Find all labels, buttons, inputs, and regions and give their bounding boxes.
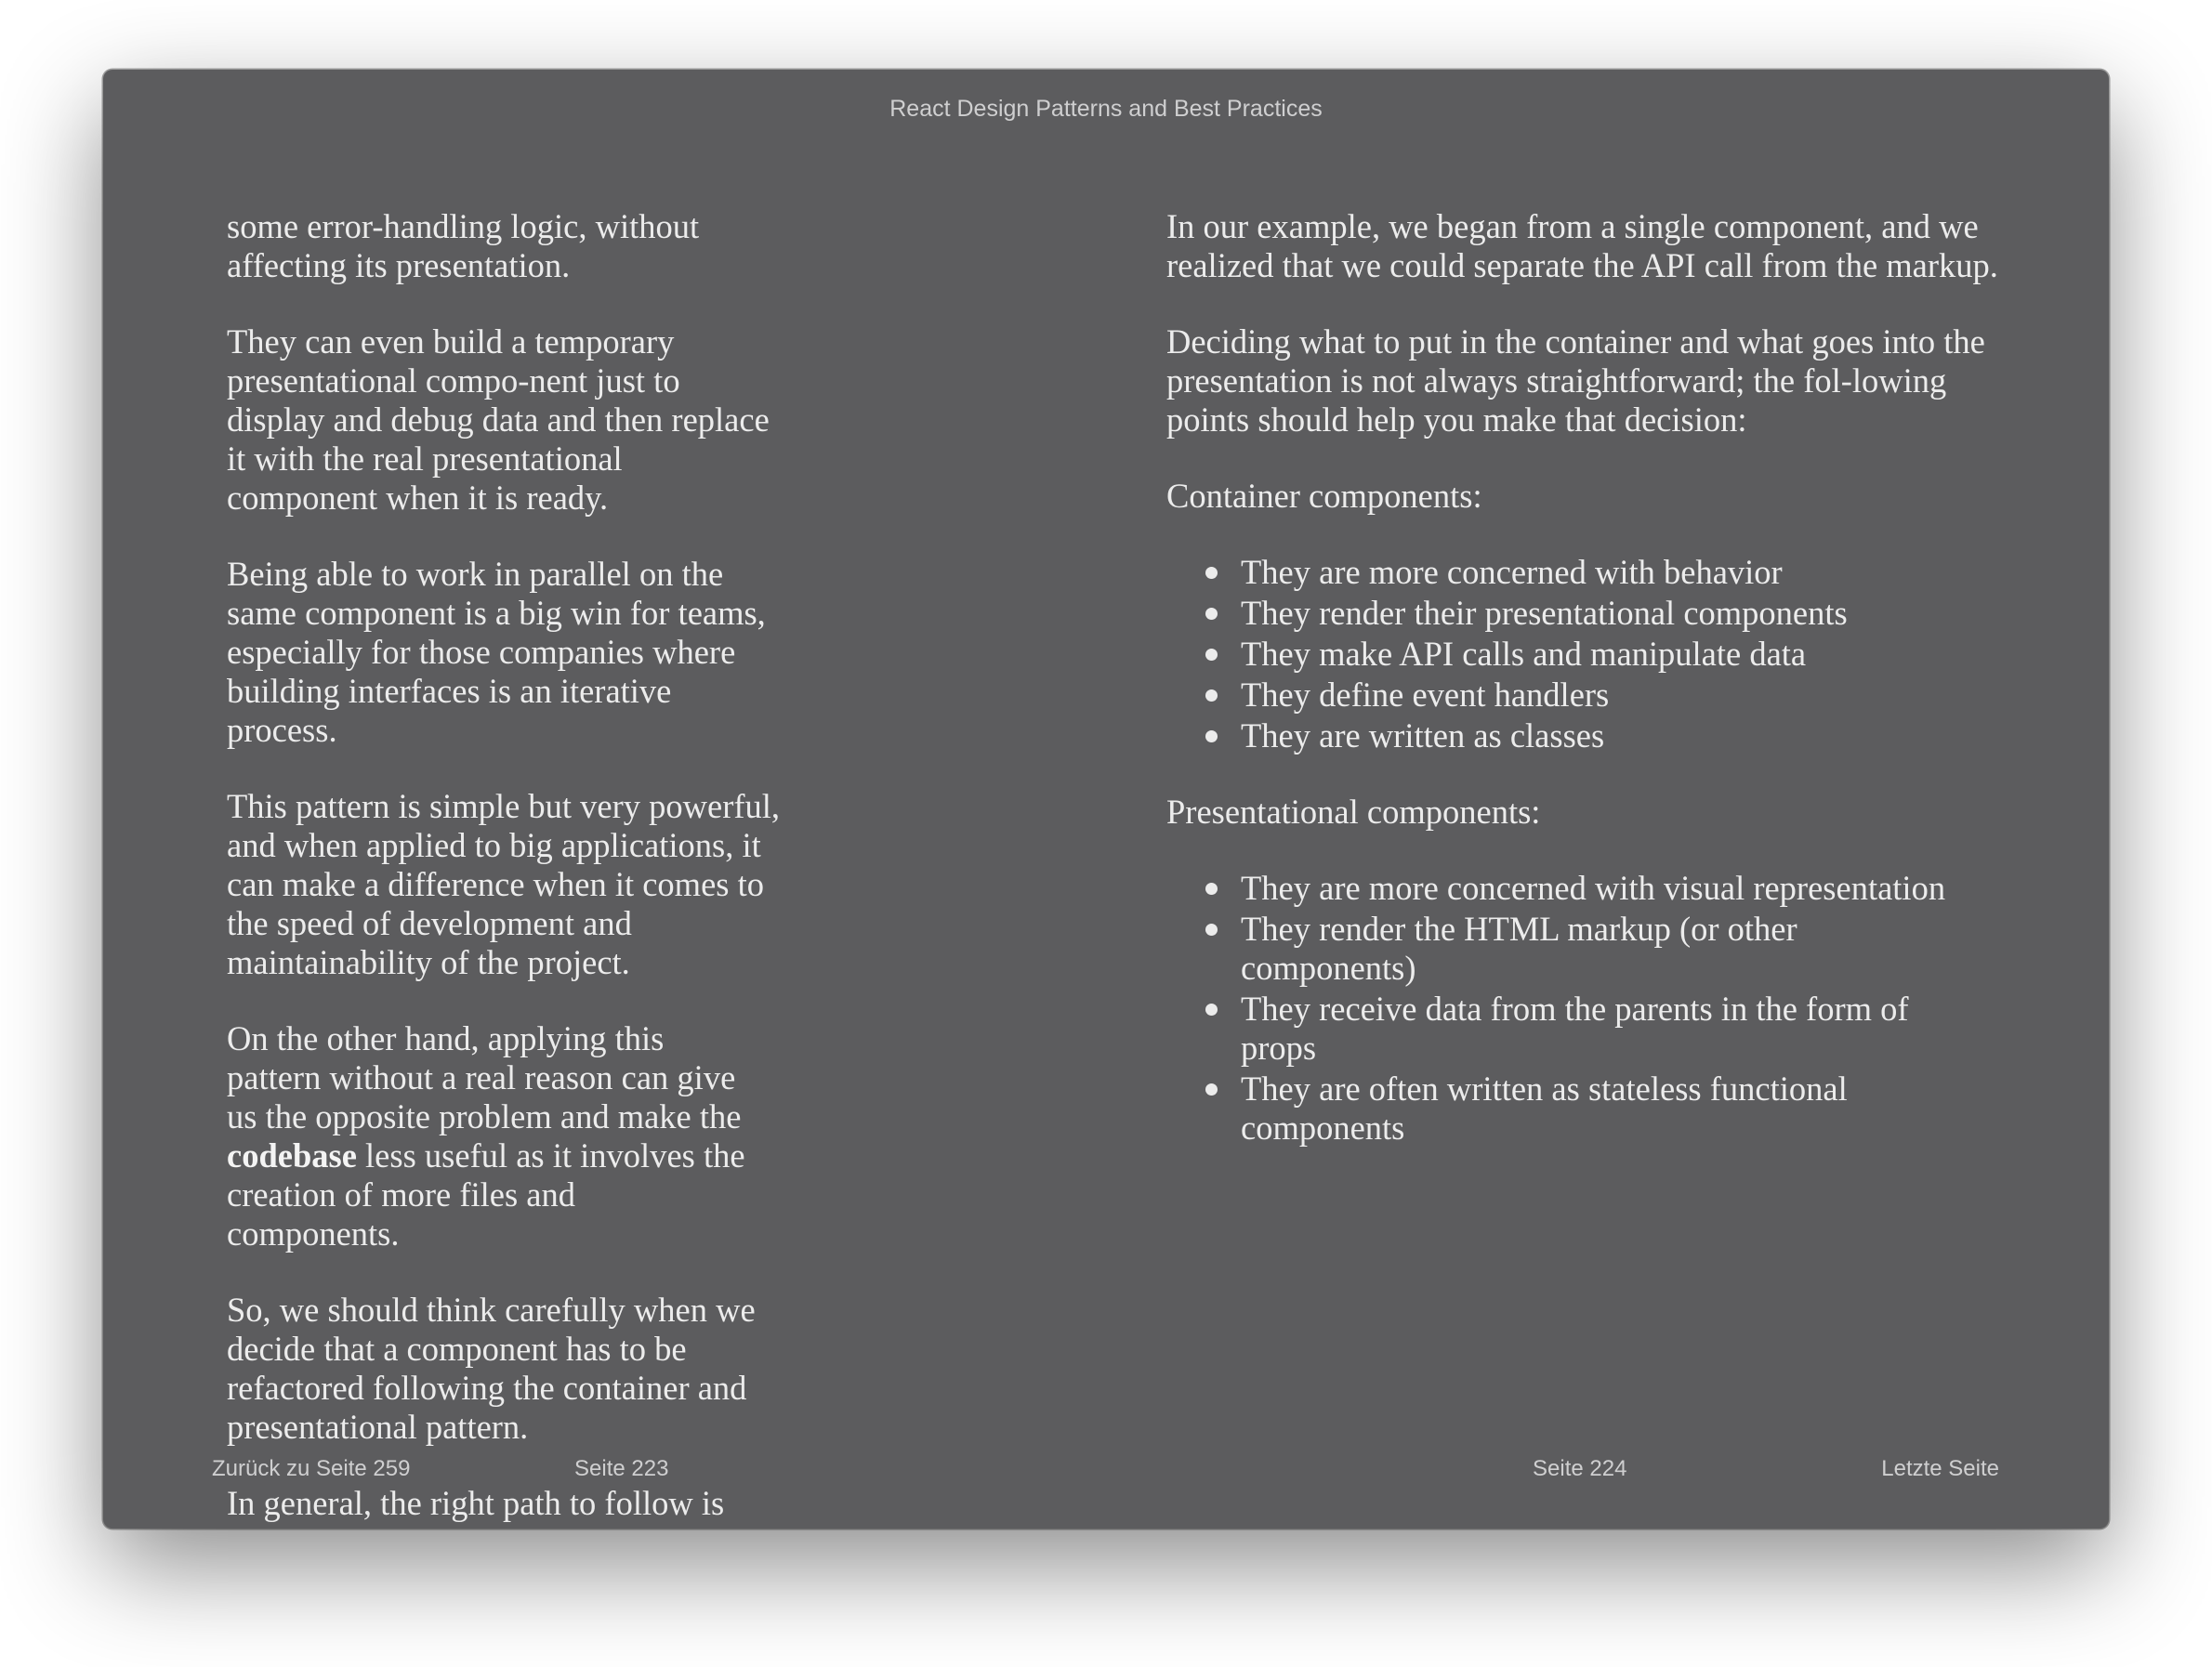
list-item-text: They are more concerned with behavior bbox=[1241, 553, 1783, 591]
bullet-icon bbox=[1205, 924, 1218, 936]
left-page-number: Seite 223 bbox=[574, 1456, 669, 1481]
paragraph-text: On the other hand, applying this pattern… bbox=[227, 1019, 742, 1135]
left-page: some error-handling logic, without affec… bbox=[227, 207, 1063, 1529]
list-item-text: They define event handlers bbox=[1241, 676, 1610, 714]
paragraph: On the other hand, applying this pattern… bbox=[227, 1019, 747, 1254]
right-page-number: Seite 224 bbox=[1533, 1456, 1627, 1481]
back-to-page-link[interactable]: Zurück zu Seite 259 bbox=[212, 1454, 410, 1484]
list-item: They render the HTML markup (or other co… bbox=[1205, 910, 1836, 988]
paragraph: So, we should think carefully when we de… bbox=[227, 1291, 756, 1446]
bullet-icon bbox=[1205, 883, 1218, 895]
list-item-text: They render their presentational compone… bbox=[1241, 594, 1848, 632]
list-item-text: They receive data from the parents in th… bbox=[1241, 990, 1909, 1067]
paragraph: In our example, we began from a single c… bbox=[1166, 207, 1998, 284]
list-item-text: They make API calls and manipulate data bbox=[1241, 635, 1807, 673]
list-item-text: They are written as classes bbox=[1241, 716, 1605, 755]
section-label-presentational: Presentational components: bbox=[1166, 793, 1541, 831]
presentational-components-list: They are more concerned with visual repr… bbox=[1166, 869, 1984, 1148]
list-item: They define event handlers bbox=[1205, 676, 2003, 715]
right-page: In our example, we began from a single c… bbox=[1166, 207, 2003, 1185]
paragraph: In general, the right path to follow is … bbox=[227, 1484, 738, 1529]
bullet-icon bbox=[1205, 1004, 1218, 1016]
bullet-icon bbox=[1205, 689, 1218, 702]
list-item: They receive data from the parents in th… bbox=[1205, 990, 1966, 1068]
bullet-icon bbox=[1205, 649, 1218, 661]
list-item: They are more concerned with visual repr… bbox=[1205, 869, 1984, 908]
paragraph: some error-handling logic, without affec… bbox=[227, 207, 700, 284]
list-item: They are more concerned with behavior bbox=[1205, 553, 2003, 592]
paragraph: Deciding what to put in the container an… bbox=[1166, 322, 1985, 439]
paragraph: This pattern is simple but very powerful… bbox=[227, 787, 781, 981]
list-item-text: They are often written as stateless func… bbox=[1241, 1070, 1848, 1147]
section-label-container: Container components: bbox=[1166, 477, 1482, 515]
list-item-text: They render the HTML markup (or other co… bbox=[1241, 910, 1797, 987]
bullet-icon bbox=[1205, 567, 1218, 579]
bullet-icon bbox=[1205, 730, 1218, 742]
bullet-icon bbox=[1205, 608, 1218, 620]
paragraph: They can even build a temporary presenta… bbox=[227, 322, 770, 517]
list-item: They render their presentational compone… bbox=[1205, 594, 2003, 633]
bullet-icon bbox=[1205, 1083, 1218, 1096]
bold-term: codebase bbox=[227, 1136, 357, 1175]
book-reader-window: React Design Patterns and Best Practices… bbox=[103, 70, 2109, 1529]
list-item: They are written as classes bbox=[1205, 716, 2003, 755]
list-item: They are often written as stateless func… bbox=[1205, 1070, 1947, 1148]
list-item: They make API calls and manipulate data bbox=[1205, 635, 2003, 674]
last-page-link[interactable]: Letzte Seite bbox=[1881, 1454, 1999, 1484]
container-components-list: They are more concerned with behavior Th… bbox=[1166, 553, 2003, 755]
paragraph: Being able to work in parallel on the sa… bbox=[227, 555, 766, 749]
window-title: React Design Patterns and Best Practices bbox=[889, 96, 1323, 122]
list-item-text: They are more concerned with visual repr… bbox=[1241, 869, 1946, 907]
